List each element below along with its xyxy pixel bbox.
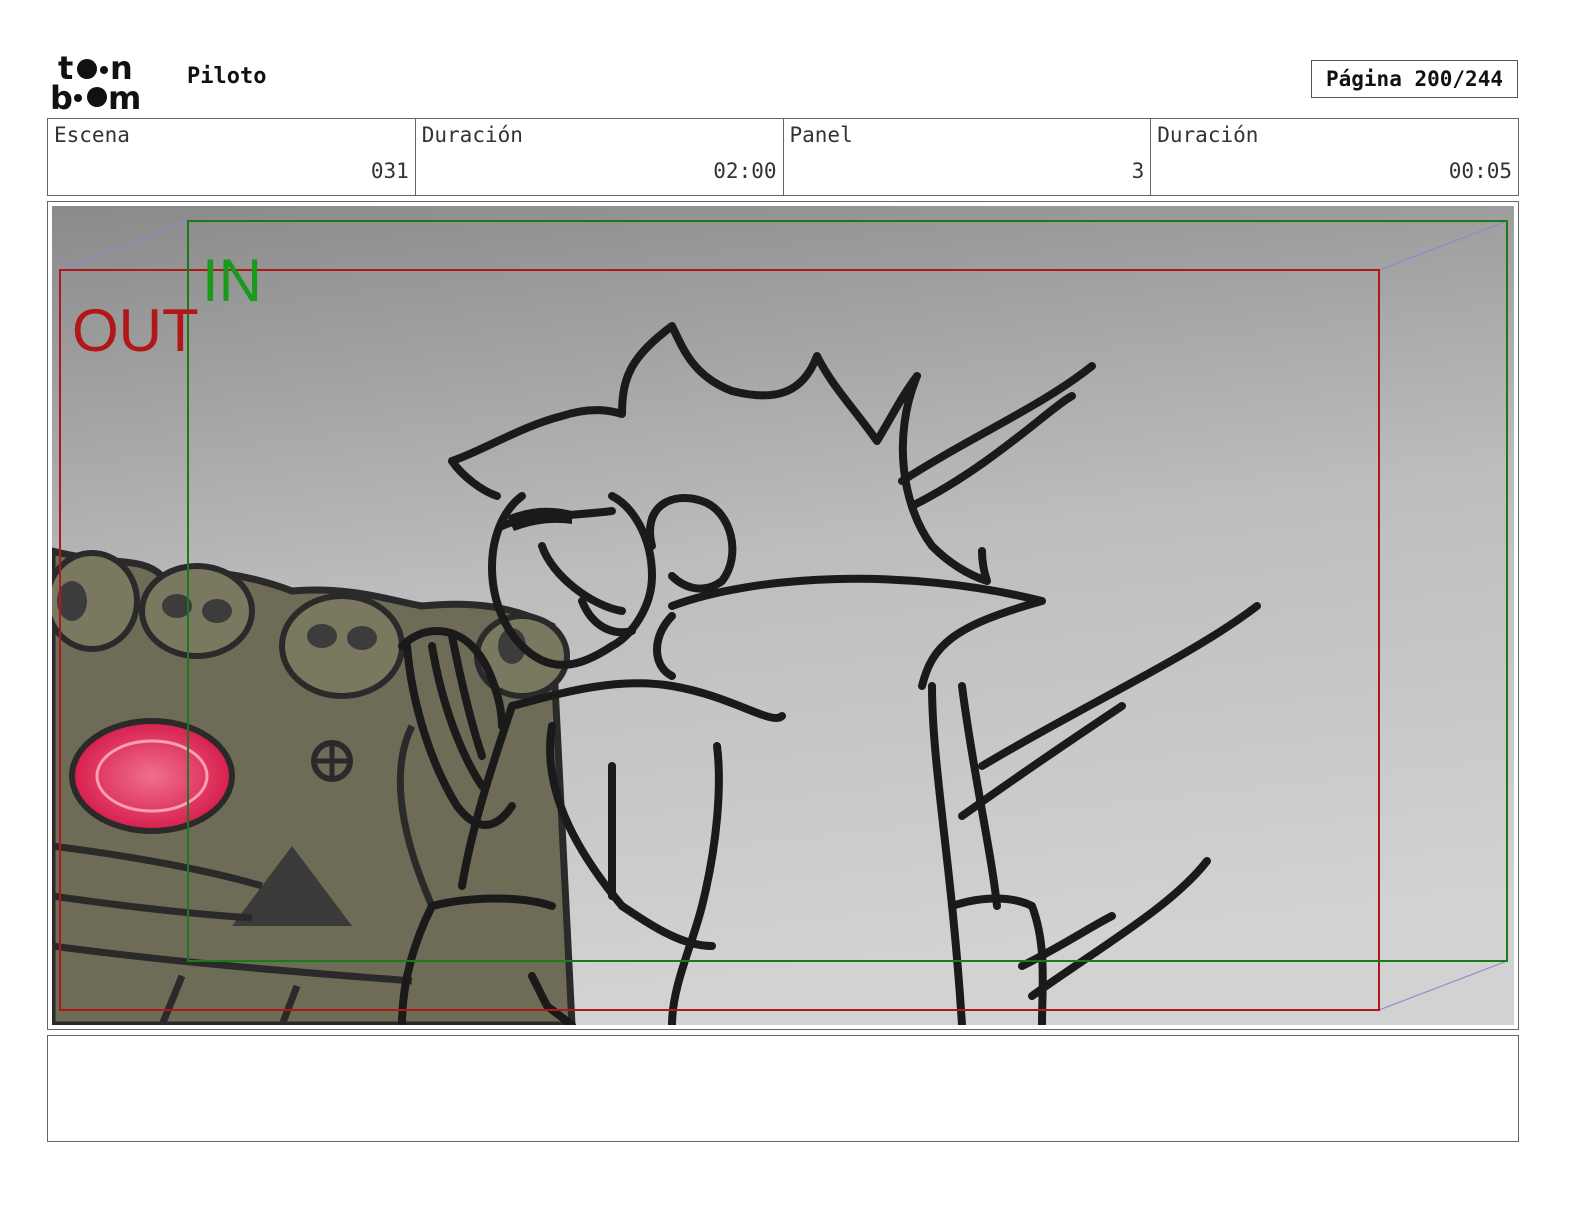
- svg-text:m: m: [108, 79, 141, 112]
- svg-text:b: b: [50, 79, 73, 112]
- toonboom-logo: t n b m: [50, 49, 165, 117]
- in-label: IN: [202, 247, 262, 314]
- panel-drawing: OUT IN: [52, 206, 1514, 1025]
- panel-label: Panel: [789, 123, 853, 147]
- storyboard-sketch: OUT IN: [52, 206, 1514, 1025]
- scene-cell: Escena 031: [48, 119, 416, 195]
- panel-duration-value: 00:05: [1448, 159, 1512, 183]
- toonboom-logo-icon: t n b m: [50, 49, 141, 117]
- scene-duration-label: Duración: [421, 123, 523, 147]
- scene-duration-cell: Duración 02:00: [416, 119, 784, 195]
- project-title: Piloto: [187, 64, 267, 89]
- skull-pile: [52, 547, 576, 1025]
- scene-info-row: Escena 031 Duración 02:00 Panel 3 Duraci…: [47, 118, 1519, 196]
- panel-frame: OUT IN: [47, 201, 1519, 1030]
- scene-label: Escena: [54, 123, 130, 147]
- panel-value: 3: [1131, 159, 1145, 183]
- panel-duration-cell: Duración 00:05: [1151, 119, 1518, 195]
- page-indicator: Página 200/244: [1311, 60, 1518, 98]
- panel-duration-label: Duración: [1157, 123, 1259, 147]
- scene-duration-value: 02:00: [713, 159, 777, 183]
- scene-value: 031: [370, 159, 409, 183]
- out-label: OUT: [72, 297, 199, 364]
- notes-area: [47, 1035, 1519, 1142]
- panel-cell: Panel 3: [784, 119, 1152, 195]
